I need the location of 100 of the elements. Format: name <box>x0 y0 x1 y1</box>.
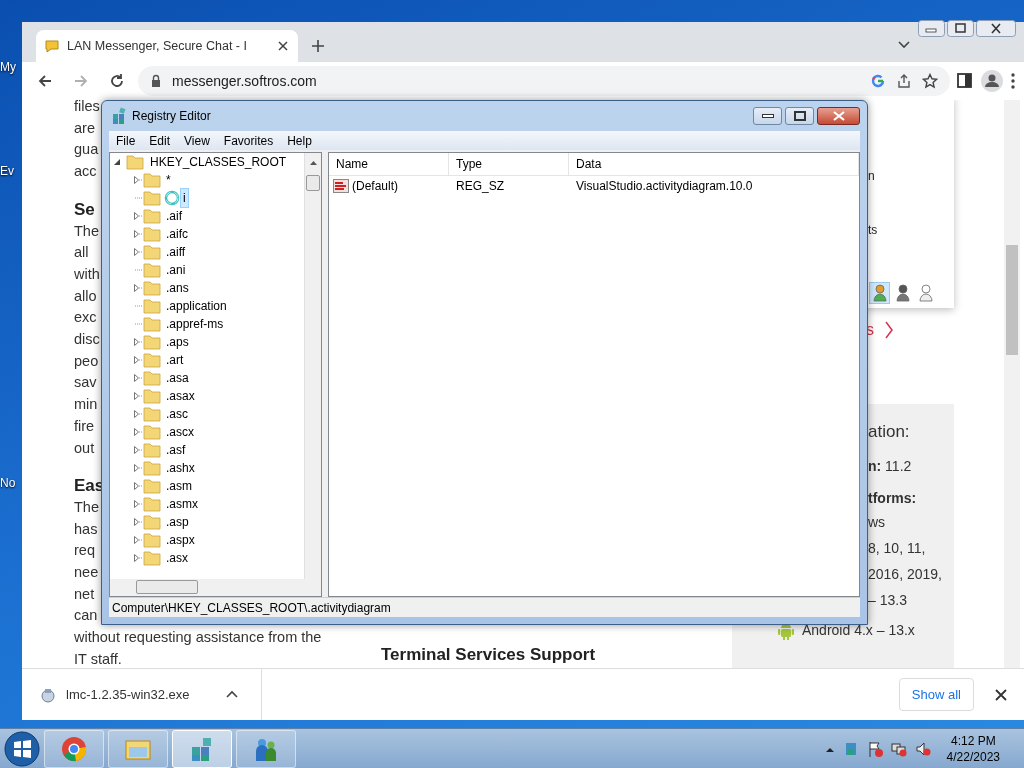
flag-icon[interactable] <box>866 740 883 757</box>
expand-toggle-icon[interactable] <box>131 535 143 545</box>
expand-toggle-icon[interactable] <box>131 373 143 383</box>
maximize-button[interactable] <box>785 107 814 125</box>
tree-item[interactable]: .appref-ms <box>164 315 226 333</box>
speaker-icon[interactable] <box>914 740 931 757</box>
expand-toggle-icon[interactable] <box>131 427 143 437</box>
tree-item[interactable]: .asx <box>164 549 190 567</box>
registry-icon <box>111 107 128 125</box>
clock-date[interactable]: 4/22/2023 <box>946 748 1000 765</box>
minimize-icon[interactable] <box>918 20 945 37</box>
menu-item[interactable]: Favorites <box>216 131 281 150</box>
tree-item[interactable]: .ani <box>164 261 188 279</box>
menu-item[interactable]: Help <box>280 131 319 150</box>
tree-item[interactable]: .asf <box>164 441 188 459</box>
menu-item[interactable]: View <box>177 131 217 150</box>
scrollbar[interactable] <box>1004 100 1020 668</box>
expand-toggle-icon[interactable] <box>131 229 143 239</box>
share-icon[interactable] <box>896 73 912 89</box>
expand-toggle-icon[interactable] <box>131 337 143 347</box>
file-icon[interactable] <box>40 686 56 703</box>
expand-toggle-icon[interactable] <box>131 283 143 293</box>
desktop-icon-label[interactable]: Ev <box>0 162 14 180</box>
expand-toggle-icon[interactable] <box>131 499 143 509</box>
folder-icon <box>143 369 161 387</box>
maximize-icon[interactable] <box>947 20 974 37</box>
tree-item[interactable]: HKEY_CLASSES_ROOT <box>148 153 289 171</box>
scroll-thumb[interactable] <box>136 580 198 594</box>
tree-item[interactable]: .ans <box>164 279 191 297</box>
expand-toggle-icon[interactable] <box>131 481 143 491</box>
expand-toggle-icon[interactable] <box>113 157 122 167</box>
scroll-thumb[interactable] <box>306 175 320 191</box>
tree-item[interactable]: .asc <box>164 405 190 423</box>
browser-tab[interactable]: LAN Messenger, Secure Chat - I <box>36 30 298 62</box>
scroll-thumb[interactable] <box>1006 245 1018 355</box>
close-icon[interactable] <box>276 39 290 53</box>
star-icon[interactable] <box>922 73 938 89</box>
paragraph-text: The <box>74 221 99 241</box>
tree-item[interactable]: .aps <box>164 333 191 351</box>
tree-item[interactable]: .aspx <box>164 531 197 549</box>
tree-item[interactable]: .asa <box>164 369 191 387</box>
show-all-button[interactable]: Show all <box>898 677 974 712</box>
paragraph-text: nee <box>74 563 99 583</box>
close-icon[interactable] <box>976 20 1016 37</box>
chevron-right-icon[interactable] <box>884 320 894 340</box>
clock-time[interactable]: 4:12 PM <box>946 732 1000 749</box>
tree-item[interactable]: .ascx <box>164 423 196 441</box>
column-header[interactable]: Name <box>329 153 449 175</box>
expand-toggle-icon[interactable] <box>131 553 143 563</box>
close-icon[interactable] <box>994 687 1008 702</box>
profile-icon[interactable] <box>980 69 1004 93</box>
expand-toggle-icon[interactable] <box>131 445 143 455</box>
side-panel-icon[interactable] <box>956 72 974 90</box>
expand-toggle-icon[interactable] <box>131 409 143 419</box>
taskbar-button[interactable] <box>236 729 296 768</box>
desktop-icon-label[interactable]: No <box>0 474 16 492</box>
expand-toggle-icon[interactable] <box>131 355 143 365</box>
expand-toggle-icon[interactable] <box>131 517 143 527</box>
tree-item[interactable]: * <box>164 171 173 189</box>
tree-item[interactable]: .art <box>164 351 186 369</box>
paragraph-text: all <box>74 243 89 263</box>
scroll-up-icon[interactable] <box>310 161 317 165</box>
tree-item[interactable]: .asp <box>164 513 191 531</box>
expand-toggle-icon[interactable] <box>131 391 143 401</box>
new-tab-icon[interactable] <box>310 38 326 54</box>
column-header[interactable]: Type <box>449 153 569 175</box>
tree-item[interactable]: .aifc <box>164 225 190 243</box>
menu-item[interactable]: File <box>109 131 143 150</box>
expand-toggle-icon[interactable] <box>131 175 143 185</box>
section-heading: Terminal Services Support <box>381 643 596 666</box>
address-bar[interactable]: messenger.softros.com <box>138 66 950 96</box>
menu-icon[interactable] <box>1010 72 1016 90</box>
start-icon[interactable] <box>4 730 40 767</box>
paragraph-text: exc <box>74 308 97 328</box>
expand-toggle-icon[interactable] <box>131 211 143 221</box>
column-header[interactable]: Data <box>569 153 859 175</box>
folder-icon <box>143 549 161 567</box>
tree-item[interactable]: .application <box>164 297 229 315</box>
network-icon[interactable] <box>890 740 907 757</box>
info-text: n: 11.2 <box>868 457 913 476</box>
tree-item[interactable]: .asm <box>164 477 194 495</box>
close-button[interactable] <box>817 107 860 125</box>
desktop-icon-label[interactable]: My <box>0 58 16 76</box>
tree-item[interactable]: .asax <box>164 387 197 405</box>
scrollbar[interactable] <box>304 153 321 579</box>
menu-item[interactable]: Edit <box>142 131 178 150</box>
colored-g-icon[interactable] <box>870 73 886 89</box>
tree-item[interactable]: .ashx <box>164 459 197 477</box>
download-filename[interactable]: lmc-1.2.35-win32.exe <box>66 684 190 705</box>
person-icon[interactable] <box>869 282 890 304</box>
expand-toggle-icon[interactable] <box>131 247 143 257</box>
scrollbar[interactable] <box>110 579 321 596</box>
tree-item[interactable]: .aiff <box>164 243 188 261</box>
tree-item[interactable]: .asmx <box>164 495 200 513</box>
tree-item[interactable]: i <box>180 188 189 208</box>
tree-item[interactable]: .aif <box>164 207 184 225</box>
minimize-button[interactable] <box>753 107 782 125</box>
taskbar-button[interactable] <box>172 729 232 768</box>
expand-toggle-icon[interactable] <box>131 463 143 473</box>
panel-title: ation: <box>868 421 911 443</box>
